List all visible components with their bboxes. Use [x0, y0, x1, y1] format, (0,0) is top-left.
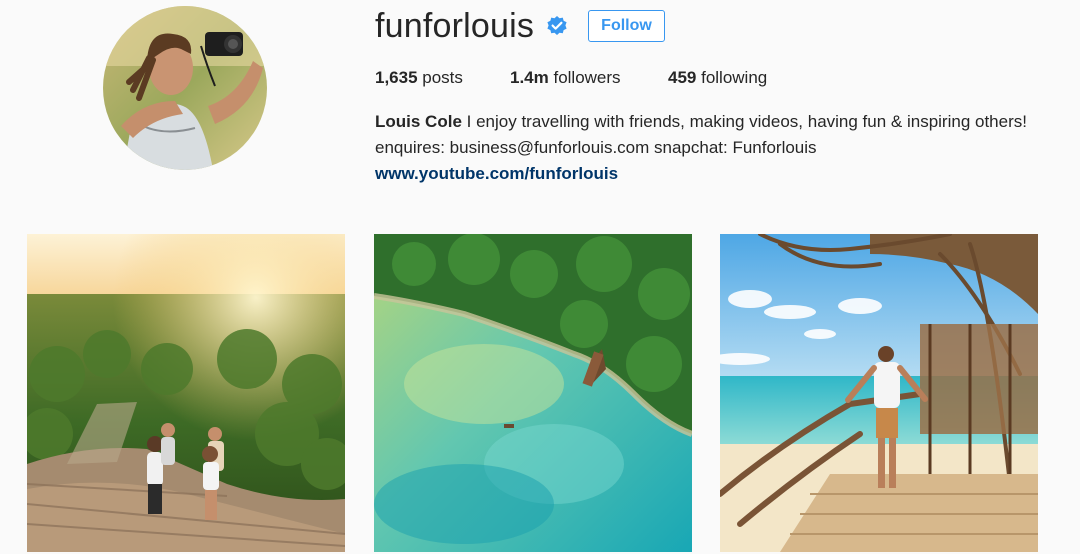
following-count: 459 [668, 68, 697, 87]
bio-text: I enjoy travelling with friends, making … [375, 112, 1027, 157]
verified-badge-icon [547, 16, 567, 35]
posts-label: posts [417, 68, 463, 87]
followers-stat[interactable]: 1.4m followers [510, 66, 621, 90]
following-label: following [696, 68, 768, 87]
post-thumbnail[interactable] [27, 234, 345, 552]
profile-avatar[interactable] [103, 6, 267, 170]
bio-website-link[interactable]: www.youtube.com/funforlouis [375, 161, 618, 187]
profile-full-name: Louis Cole [375, 112, 462, 131]
follow-button[interactable]: Follow [588, 10, 665, 42]
followers-count: 1.4m [510, 68, 549, 87]
profile-bio: Louis Cole I enjoy travelling with frien… [375, 109, 1035, 161]
post-thumbnail[interactable] [374, 234, 692, 552]
following-stat[interactable]: 459 following [668, 66, 767, 90]
posts-count: 1,635 [375, 68, 418, 87]
posts-stat: 1,635 posts [375, 66, 463, 90]
followers-label: followers [548, 68, 621, 87]
profile-username: funforlouis [375, 7, 535, 45]
post-thumbnail[interactable] [720, 234, 1038, 552]
